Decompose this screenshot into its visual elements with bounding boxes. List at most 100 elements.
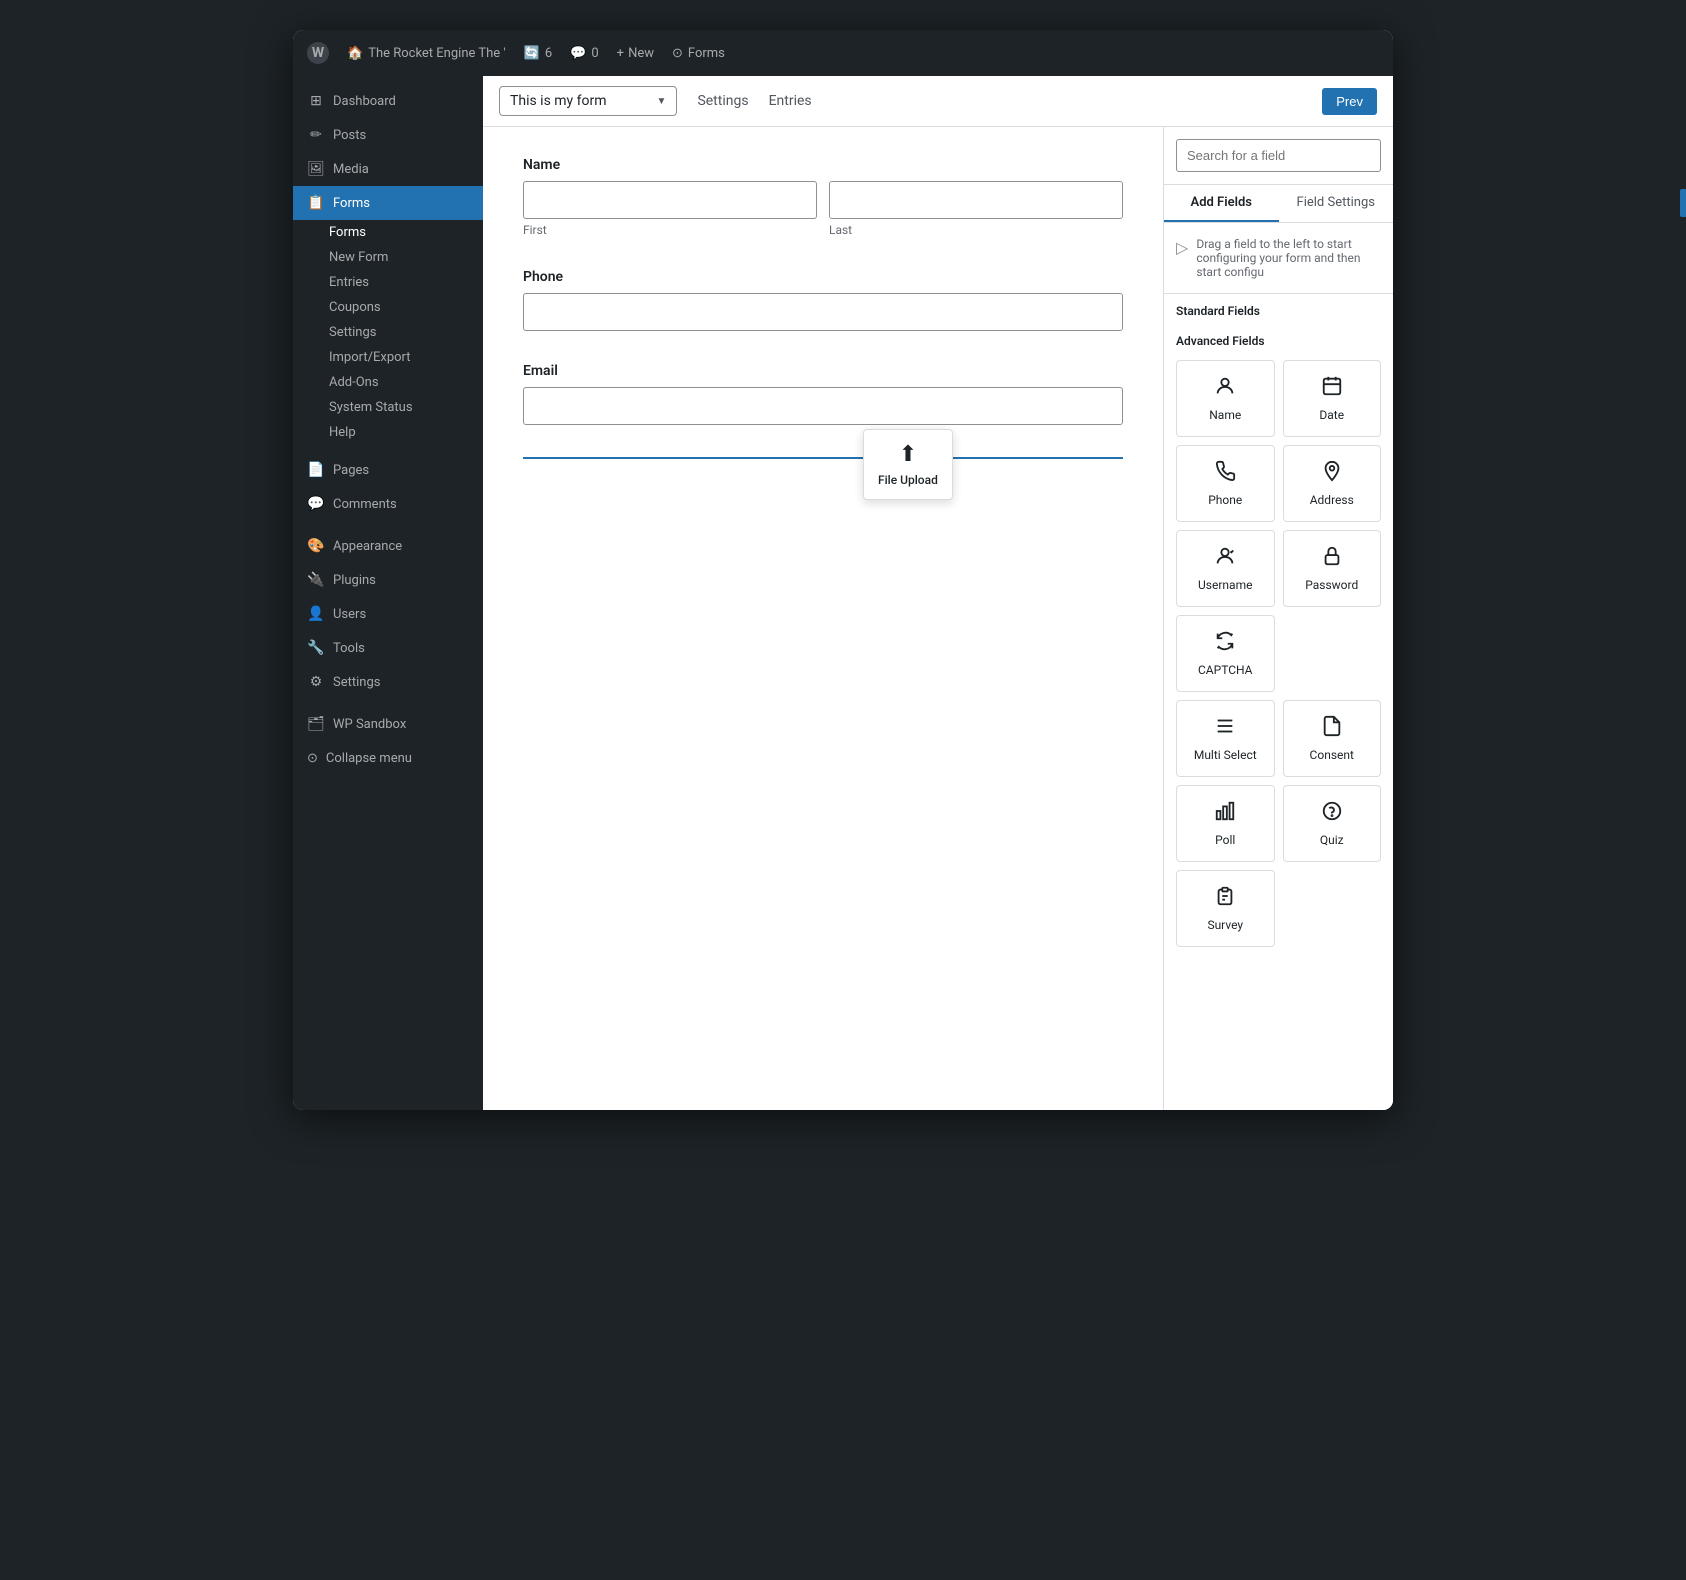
sidebar-sub-import-export[interactable]: Import/Export	[293, 345, 483, 370]
tab-entries[interactable]: Entries	[769, 89, 812, 113]
right-panel: Add Fields Field Settings ▷ Drag a field…	[1163, 127, 1393, 1110]
sidebar-item-media[interactable]: 🖼 Media	[293, 152, 483, 186]
sidebar-item-appearance[interactable]: 🎨 Appearance	[293, 529, 483, 563]
phone-input[interactable]	[523, 293, 1123, 331]
name-field-group: Name First Last	[523, 157, 1123, 237]
sub-label-import-export: Import/Export	[329, 350, 411, 365]
collapse-menu[interactable]: ⊙ Collapse menu	[293, 741, 483, 782]
panel-tabs: Add Fields Field Settings	[1164, 185, 1393, 223]
new-label: New	[628, 46, 654, 61]
address-field-icon	[1321, 460, 1343, 487]
sidebar-sub-entries[interactable]: Entries	[293, 270, 483, 295]
form-selector[interactable]: This is my form ▼	[499, 86, 677, 116]
field-card-consent-label: Consent	[1310, 748, 1354, 762]
sidebar-sub-system-status[interactable]: System Status	[293, 395, 483, 420]
search-field-input[interactable]	[1176, 139, 1381, 172]
sidebar-sub-settings[interactable]: Settings	[293, 320, 483, 345]
chevron-down-icon: ▼	[657, 96, 667, 107]
captcha-field-icon	[1214, 630, 1236, 657]
sidebar-item-forms[interactable]: 📋 Forms	[293, 186, 483, 220]
users-icon: 👤	[307, 605, 325, 623]
form-canvas: Name First Last	[483, 127, 1163, 1110]
sidebar-label-appearance: Appearance	[333, 539, 402, 554]
field-card-username[interactable]: Username	[1176, 530, 1275, 607]
sidebar-item-dashboard[interactable]: ⊞ Dashboard	[293, 84, 483, 118]
sidebar-sub-help[interactable]: Help	[293, 420, 483, 445]
comments-count: 0	[591, 46, 598, 61]
sidebar-item-posts[interactable]: ✏ Posts	[293, 118, 483, 152]
updates-item[interactable]: 🔄 6	[524, 46, 553, 61]
sidebar-sub-add-ons[interactable]: Add-Ons	[293, 370, 483, 395]
wp-logo-item[interactable]: W	[307, 42, 329, 64]
tab-settings[interactable]: Settings	[697, 89, 748, 113]
field-card-address-label: Address	[1310, 493, 1354, 507]
sub-label-system-status: System Status	[329, 400, 413, 415]
field-card-date[interactable]: Date	[1283, 360, 1382, 437]
sidebar-sub-forms[interactable]: Forms	[293, 220, 483, 245]
settings-sidebar-icon: ⚙	[307, 673, 325, 691]
field-card-quiz-label: Quiz	[1320, 833, 1344, 847]
form-selector-label: This is my form	[510, 93, 607, 109]
sidebar-item-tools[interactable]: 🔧 Tools	[293, 631, 483, 665]
name-inputs-row: First Last	[523, 181, 1123, 237]
updates-count: 6	[545, 46, 552, 61]
app-window: W 🏠 The Rocket Engine The ' 🔄 6 💬 0 + Ne…	[293, 30, 1393, 1110]
email-input[interactable]	[523, 387, 1123, 425]
sidebar-sub-coupons[interactable]: Coupons	[293, 295, 483, 320]
name-field-icon	[1214, 375, 1236, 402]
dashboard-icon: ⊞	[307, 92, 325, 110]
sub-label-coupons: Coupons	[329, 300, 381, 315]
sidebar-item-wpsandbox[interactable]: 🗂 WP Sandbox	[293, 707, 483, 741]
sidebar-item-comments[interactable]: 💬 Comments	[293, 487, 483, 521]
sidebar-item-plugins[interactable]: 🔌 Plugins	[293, 563, 483, 597]
forms-admin-bar-item[interactable]: ⊙ Forms	[672, 46, 725, 61]
quiz-field-icon	[1321, 800, 1343, 827]
field-card-poll[interactable]: Poll	[1176, 785, 1275, 862]
field-card-password[interactable]: Password	[1283, 530, 1382, 607]
forms-admin-label: Forms	[688, 46, 725, 61]
collapse-label: Collapse menu	[326, 751, 412, 766]
site-name-item[interactable]: 🏠 The Rocket Engine The '	[347, 46, 506, 61]
field-card-quiz[interactable]: Quiz	[1283, 785, 1382, 862]
name-first-input[interactable]	[523, 181, 817, 219]
home-icon: 🏠	[347, 46, 363, 61]
field-card-multi-select-label: Multi Select	[1194, 748, 1257, 762]
sidebar-item-users[interactable]: 👤 Users	[293, 597, 483, 631]
field-card-username-label: Username	[1198, 578, 1252, 592]
sub-label-new-form: New Form	[329, 250, 388, 265]
field-card-name[interactable]: Name	[1176, 360, 1275, 437]
field-card-phone[interactable]: Phone	[1176, 445, 1275, 522]
sidebar-label-plugins: Plugins	[333, 573, 376, 588]
panel-hint-text: Drag a field to the left to start config…	[1196, 237, 1381, 279]
preview-button[interactable]: Prev	[1322, 88, 1377, 115]
tab-field-settings[interactable]: Field Settings	[1279, 185, 1394, 222]
comments-item[interactable]: 💬 0	[570, 46, 599, 61]
field-card-address[interactable]: Address	[1283, 445, 1382, 522]
sidebar-item-pages[interactable]: 📄 Pages	[293, 453, 483, 487]
password-field-icon	[1321, 545, 1343, 572]
name-last-input[interactable]	[829, 181, 1123, 219]
sub-label-add-ons: Add-Ons	[329, 375, 379, 390]
name-first-sublabel: First	[523, 223, 817, 237]
field-card-multi-select[interactable]: Multi Select	[1176, 700, 1275, 777]
field-card-survey[interactable]: Survey	[1176, 870, 1275, 947]
new-button[interactable]: + New	[617, 46, 654, 61]
drop-zone-line[interactable]: ⬆ File Upload ☛	[523, 457, 1123, 459]
name-field-label: Name	[523, 157, 1123, 173]
phone-field-icon	[1214, 460, 1236, 487]
sidebar-label-dashboard: Dashboard	[333, 94, 396, 109]
sidebar-label-wpsandbox: WP Sandbox	[333, 717, 406, 732]
field-card-captcha[interactable]: CAPTCHA	[1176, 615, 1275, 692]
poll-field-icon	[1214, 800, 1236, 827]
field-card-consent[interactable]: Consent	[1283, 700, 1382, 777]
sidebar-item-settings[interactable]: ⚙ Settings	[293, 665, 483, 699]
content-area: This is my form ▼ Settings Entries Prev …	[483, 76, 1393, 1110]
sidebar-sub-new-form[interactable]: New Form	[293, 245, 483, 270]
file-upload-label: File Upload	[878, 473, 938, 487]
file-upload-tooltip[interactable]: ⬆ File Upload	[863, 429, 953, 500]
field-card-name-label: Name	[1209, 408, 1241, 422]
appearance-icon: 🎨	[307, 537, 325, 555]
username-field-icon	[1214, 545, 1236, 572]
content-topbar: This is my form ▼ Settings Entries Prev	[483, 76, 1393, 127]
tab-add-fields[interactable]: Add Fields	[1164, 185, 1279, 222]
